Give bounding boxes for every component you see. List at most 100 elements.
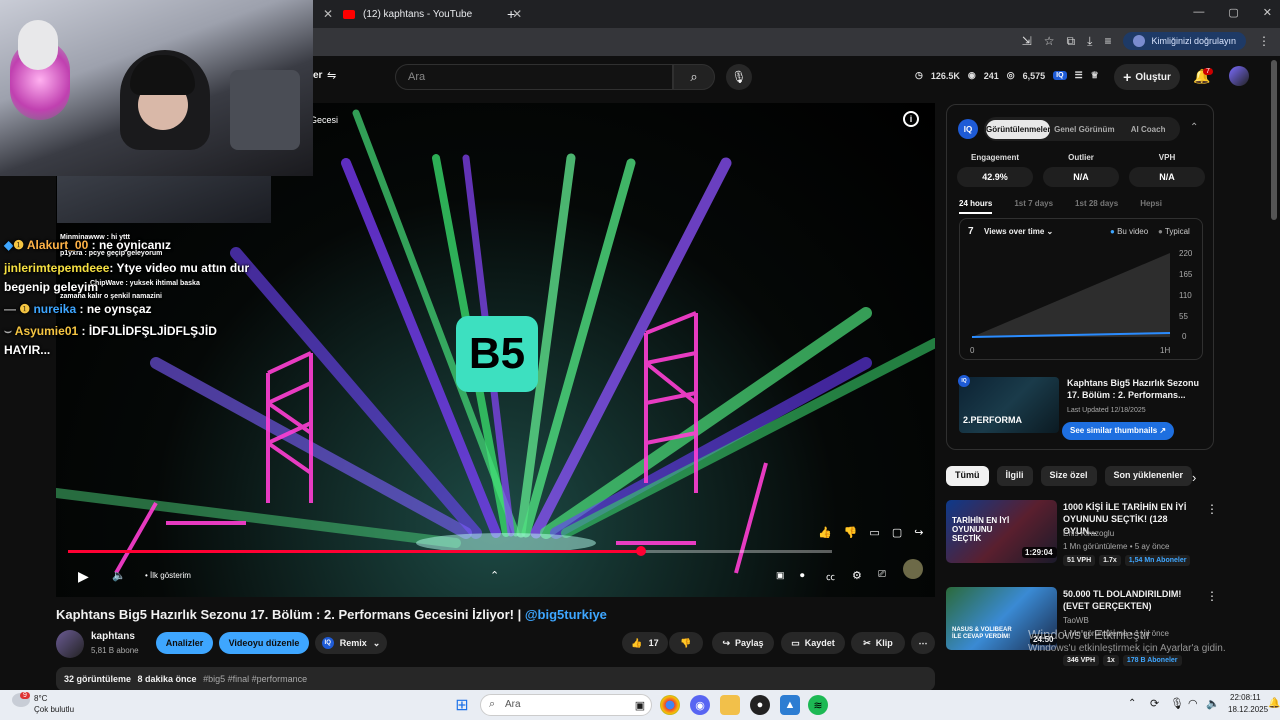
extensions-icon[interactable]: ⧉: [1067, 34, 1076, 49]
taskbar-search-input[interactable]: ⌕ Ara: [480, 694, 652, 716]
more-menu-icon[interactable]: ⋮: [1258, 34, 1270, 48]
wifi-icon[interactable]: ◠: [1188, 697, 1198, 710]
verify-identity-button[interactable]: Kimliğinizi doğrulayın: [1123, 32, 1246, 50]
channel-avatar[interactable]: [56, 630, 84, 658]
thumbnail-image[interactable]: 2.PERFORMA: [959, 377, 1059, 433]
iq-icon[interactable]: IQ: [1053, 71, 1067, 80]
trophy-icon[interactable]: ♕: [1091, 70, 1099, 81]
create-button[interactable]: + Oluştur: [1114, 64, 1180, 90]
autoplay-toggle[interactable]: ⏺: [800, 570, 805, 581]
chat-text: : İDFJLİDFŞLJİDFLŞJİD: [81, 324, 217, 338]
clock-time[interactable]: 22:08:11: [1230, 693, 1261, 702]
obs-icon[interactable]: ●: [750, 695, 770, 715]
description-box[interactable]: 32 görüntüleme 8 dakika önce #big5 #fina…: [56, 667, 935, 691]
windows-start-icon[interactable]: ⊞: [452, 695, 472, 715]
tab-youtube[interactable]: (12) kaphtans - YouTube ✕: [343, 2, 522, 26]
spotify-icon[interactable]: ≋: [808, 695, 828, 715]
maximize-button[interactable]: ▢: [1228, 6, 1238, 19]
more-vertical-icon[interactable]: ⋮: [1206, 502, 1218, 516]
remix-button[interactable]: IQ Remix ⌄: [315, 632, 387, 654]
time-tab-24h[interactable]: 24 hours: [959, 199, 993, 214]
time-tab-all[interactable]: Hepsi: [1140, 199, 1162, 214]
volume-icon[interactable]: 🔈: [112, 569, 126, 582]
iq-player-icon[interactable]: ▣: [776, 570, 785, 581]
photos-icon[interactable]: ▲: [780, 695, 800, 715]
chevron-up-icon[interactable]: ⌃: [490, 569, 499, 582]
new-tab-button[interactable]: +: [507, 2, 515, 26]
edit-video-button[interactable]: Videoyu düzenle: [219, 632, 309, 654]
desc-tags[interactable]: #big5 #final #performance: [203, 674, 307, 684]
install-icon[interactable]: ⇲: [1022, 34, 1032, 48]
subtitles-icon[interactable]: ㏄: [826, 570, 835, 583]
like-count: 17: [648, 638, 659, 648]
cast-icon[interactable]: ⎚: [878, 569, 886, 580]
clock-date[interactable]: 18.12.2025: [1228, 705, 1268, 714]
tab-ai-coach[interactable]: AI Coach: [1116, 125, 1180, 134]
dislike-overlay-icon[interactable]: 👎: [844, 526, 858, 539]
progress-bar[interactable]: [68, 546, 832, 556]
analytics-button[interactable]: Analizler: [156, 632, 213, 654]
video-title-tag[interactable]: @big5turkiye: [525, 607, 607, 622]
channel-watermark[interactable]: [903, 559, 923, 579]
info-icon[interactable]: i: [903, 111, 919, 127]
more-actions-button[interactable]: ⋯: [911, 632, 935, 654]
scrollbar[interactable]: [1271, 60, 1277, 220]
list-icon[interactable]: ☰: [1075, 70, 1083, 81]
rec-title[interactable]: 50.000 TL DOLANDIRILDIM! (EVET GERÇEKTEN…: [1063, 588, 1203, 612]
see-similar-thumbnails-button[interactable]: See similar thumbnails ↗: [1062, 422, 1175, 440]
download-icon[interactable]: ⤓: [1087, 34, 1092, 49]
task-view-icon[interactable]: ▣: [630, 695, 650, 715]
chip-related[interactable]: İlgili: [996, 466, 1033, 486]
close-window-button[interactable]: ✕: [1263, 6, 1272, 19]
dislike-button[interactable]: 👎: [669, 632, 703, 654]
comment-icon[interactable]: ▭: [869, 526, 879, 539]
rec-channel[interactable]: TaoWB: [1063, 616, 1089, 625]
profile-icon: [1133, 35, 1146, 47]
progress-knob[interactable]: [636, 546, 646, 556]
time-tab-7d[interactable]: 1st 7 days: [1014, 199, 1053, 214]
save-button[interactable]: ▭ Kaydet: [781, 632, 845, 654]
file-explorer-icon[interactable]: [720, 695, 740, 715]
chapter-label[interactable]: • İlk gösterim: [145, 571, 191, 580]
volume-icon[interactable]: 🔈: [1206, 697, 1220, 710]
chevron-right-icon[interactable]: ›: [1192, 470, 1196, 485]
bookmark-star-icon[interactable]: ☆: [1044, 34, 1055, 48]
tab-overview[interactable]: Genel Görünüm: [1052, 125, 1116, 134]
like-button[interactable]: 👍 17: [622, 632, 668, 654]
chip-for-you[interactable]: Size özel: [1040, 466, 1097, 486]
reading-list-icon[interactable]: ≡: [1104, 34, 1111, 48]
account-avatar[interactable]: [1229, 66, 1249, 86]
time-tab-28d[interactable]: 1st 28 days: [1075, 199, 1118, 214]
discord-icon[interactable]: ◉: [690, 695, 710, 715]
search-button[interactable]: ⌕: [673, 64, 715, 90]
share-overlay-icon[interactable]: ↪: [914, 526, 923, 539]
weather-desc[interactable]: Çok bulutlu: [34, 705, 74, 714]
tray-sync-icon[interactable]: ⟳: [1150, 697, 1159, 710]
settings-gear-icon[interactable]: ⚙: [852, 569, 862, 582]
minimize-button[interactable]: —: [1193, 6, 1204, 19]
chip-all[interactable]: Tümü: [946, 466, 989, 486]
play-icon[interactable]: ▶: [78, 568, 89, 585]
search-input[interactable]: Ara: [395, 64, 673, 90]
tray-mic-icon[interactable]: 🎙: [1170, 697, 1184, 710]
rec-channel[interactable]: Enis Kirazoglu: [1063, 529, 1114, 538]
filters-icon[interactable]: ⇋: [327, 69, 336, 82]
typical-area: [972, 253, 1170, 337]
chrome-icon[interactable]: [660, 695, 680, 715]
like-overlay-icon[interactable]: 👍: [818, 526, 832, 539]
tray-chevron-icon[interactable]: ⌃: [1128, 698, 1136, 709]
notification-icon[interactable]: 🔔: [1268, 698, 1280, 709]
channel-name[interactable]: kaphtans: [91, 631, 135, 642]
tab-views[interactable]: Görüntülenmeler: [986, 119, 1051, 139]
collapse-chevron-icon[interactable]: ⌃: [1190, 122, 1198, 133]
share-button[interactable]: ↪ Paylaş: [712, 632, 774, 654]
close-prev-tab-icon[interactable]: ✕: [313, 2, 333, 26]
chat-icon[interactable]: ▢: [892, 526, 902, 539]
weather-temp[interactable]: 8°C: [34, 694, 47, 703]
voice-search-button[interactable]: 🎙: [726, 64, 752, 90]
chip-recent[interactable]: Son yüklenenler: [1104, 466, 1193, 486]
chapter-text: İlk gösterim: [150, 571, 191, 580]
clip-button[interactable]: ✂ Klip: [851, 632, 905, 654]
list-item[interactable]: TARİHİN EN İYİ OYUNUNU SEÇTİK 1:29:04 10…: [946, 500, 1218, 584]
more-vertical-icon[interactable]: ⋮: [1206, 589, 1218, 603]
